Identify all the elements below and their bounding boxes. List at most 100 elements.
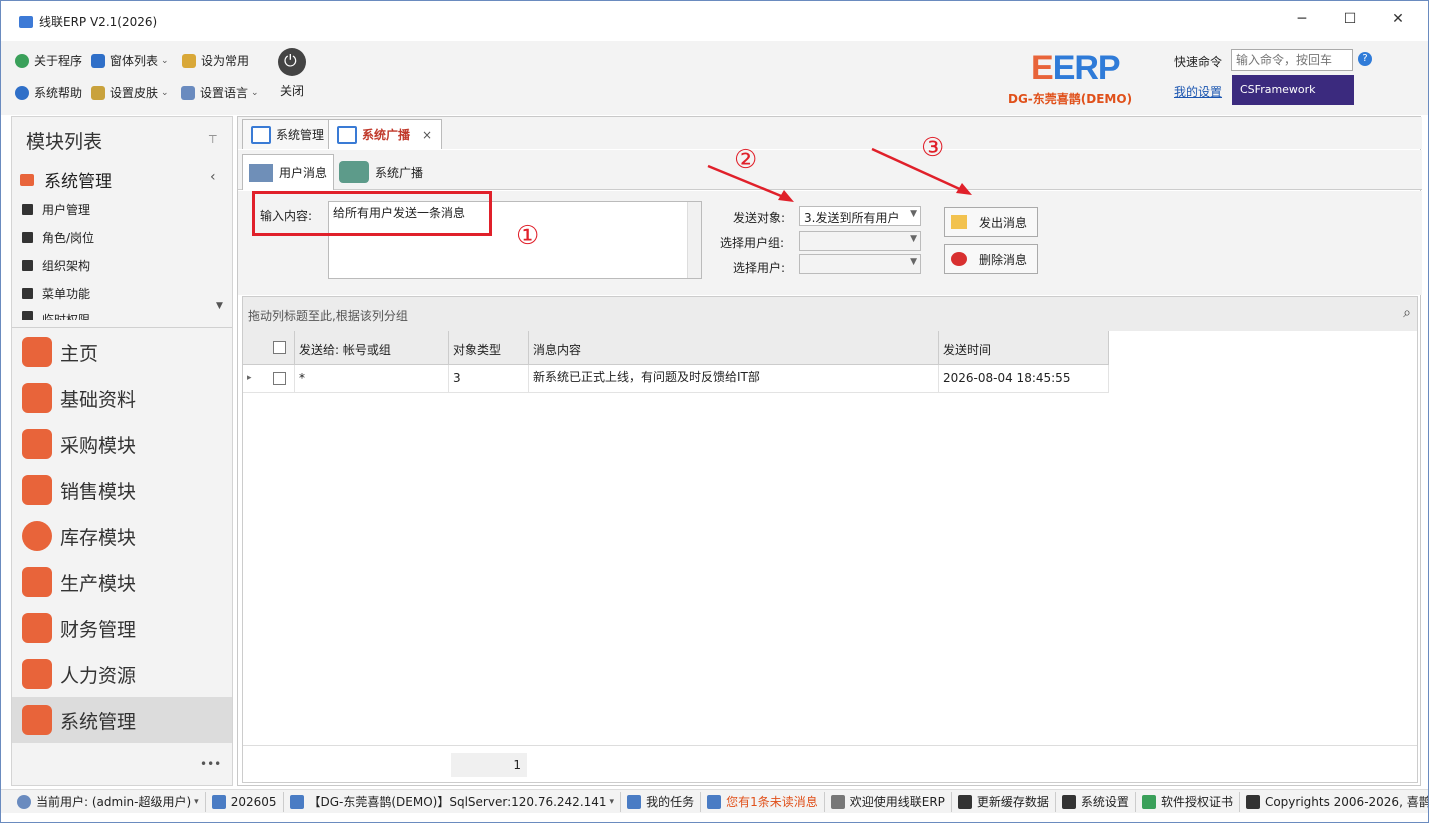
title-bar: 线联ERP V2.1(2026) ─ ☐ ✕ bbox=[1, 1, 1428, 41]
module-system[interactable]: 系统管理 bbox=[12, 697, 232, 743]
skin-button[interactable]: 设置皮肤 ⌄ bbox=[91, 83, 169, 103]
cube-icon bbox=[22, 288, 33, 299]
scroll-down-icon[interactable]: ▼ bbox=[216, 301, 223, 311]
help-icon bbox=[15, 86, 29, 100]
row-checkbox[interactable] bbox=[267, 365, 295, 393]
close-app-label[interactable]: 关闭 bbox=[280, 82, 304, 99]
chevron-down-icon: ▼ bbox=[910, 257, 917, 267]
tab-user-message[interactable]: 用户消息 bbox=[242, 154, 335, 190]
module-basic-data[interactable]: 基础资料 bbox=[12, 375, 232, 421]
status-tasks[interactable]: 我的任务 bbox=[621, 791, 702, 812]
cell-time: 2026-08-04 18:45:55 bbox=[939, 365, 1109, 393]
sidebar-item-roles[interactable]: 角色/岗位 bbox=[22, 229, 94, 246]
megaphone-icon bbox=[339, 161, 369, 183]
module-inventory[interactable]: 库存模块 bbox=[12, 513, 232, 559]
sidebar-item-user-mgmt[interactable]: 用户管理 bbox=[22, 201, 90, 218]
send-message-button[interactable]: 发出消息 bbox=[944, 207, 1038, 237]
status-bar: 当前用户: (admin-超级用户) ▾ 202605 【DG-东莞喜鹊(DEMO… bbox=[1, 789, 1428, 813]
cell-content: 新系统已正式上线，有问题及时反馈给IT部 bbox=[529, 365, 939, 393]
module-sales[interactable]: 销售模块 bbox=[12, 467, 232, 513]
status-copyright: Copyrights 2006-2026, 喜鹊 bbox=[1240, 792, 1428, 812]
col-type[interactable]: 对象类型 bbox=[449, 331, 529, 365]
user-group-select[interactable]: ▼ bbox=[799, 231, 921, 251]
help-icon[interactable]: ? bbox=[1358, 52, 1372, 66]
cube-icon bbox=[1245, 794, 1260, 809]
delete-message-button[interactable]: 删除消息 bbox=[944, 244, 1038, 274]
module-production[interactable]: 生产模块 bbox=[12, 559, 232, 605]
doc-tabs: 系统管理 系统广播 × bbox=[238, 117, 1422, 149]
company-name: DG-东莞喜鹊(DEMO) bbox=[1008, 92, 1133, 106]
user-select[interactable]: ▼ bbox=[799, 254, 921, 274]
envelope-icon bbox=[951, 215, 967, 229]
quick-cmd-input[interactable] bbox=[1231, 49, 1353, 71]
main-panel: 系统管理 系统广播 × 用户消息 系统广播 输入内容: 给所有用户发送一条消息 ①… bbox=[237, 116, 1422, 786]
module-finance[interactable]: 财务管理 bbox=[12, 605, 232, 651]
clipboard-icon bbox=[627, 794, 642, 809]
close-window-button[interactable]: ✕ bbox=[1383, 11, 1413, 31]
help-button[interactable]: 系统帮助 bbox=[15, 83, 82, 103]
close-icon[interactable]: × bbox=[422, 128, 432, 142]
chevron-down-icon: ⌄ bbox=[161, 56, 169, 66]
grid-header: 发送给: 帐号或组 对象类型 消息内容 发送时间 bbox=[243, 331, 1109, 365]
form-list-button[interactable]: 窗体列表 ⌄ bbox=[91, 51, 169, 71]
table-row[interactable]: ▸ * 3 新系统已正式上线，有问题及时反馈给IT部 2026-08-04 18… bbox=[243, 365, 1109, 393]
tab-system-broadcast[interactable]: 系统广播 × bbox=[328, 119, 442, 149]
user-label: 选择用户: bbox=[733, 261, 786, 275]
cube-icon bbox=[22, 260, 33, 271]
minimize-button[interactable]: ─ bbox=[1287, 11, 1317, 31]
textarea-scrollbar[interactable] bbox=[687, 202, 701, 278]
gears-icon bbox=[22, 567, 52, 597]
select-all-checkbox[interactable] bbox=[267, 331, 295, 365]
module-hr[interactable]: 人力资源 bbox=[12, 651, 232, 697]
info-icon bbox=[15, 54, 29, 68]
my-settings-link[interactable]: 我的设置 bbox=[1174, 83, 1222, 100]
shopping-bag-icon bbox=[22, 475, 52, 505]
page-indicator: 1 bbox=[451, 753, 527, 777]
message-icon bbox=[707, 794, 722, 809]
status-unread[interactable]: 您有1条未读消息 bbox=[701, 791, 825, 812]
folder-icon bbox=[22, 383, 52, 413]
delete-icon bbox=[951, 252, 967, 266]
set-common-button[interactable]: 设为常用 bbox=[182, 51, 249, 71]
windows-icon bbox=[91, 54, 105, 68]
system-icon bbox=[22, 705, 52, 735]
status-db[interactable]: 【DG-东莞喜鹊(DEMO)】SqlServer:120.76.242.141 ▾ bbox=[284, 791, 622, 812]
language-button[interactable]: 设置语言 ⌄ bbox=[181, 83, 259, 103]
more-button[interactable]: ••• bbox=[200, 757, 221, 771]
expand-icon[interactable]: ▸ bbox=[243, 365, 267, 393]
send-to-select[interactable]: 3.发送到所有用户 ▼ bbox=[799, 206, 921, 226]
about-button[interactable]: 关于程序 bbox=[15, 51, 82, 71]
module-home[interactable]: 主页 bbox=[12, 329, 232, 375]
search-icon[interactable]: ⌕ bbox=[1403, 305, 1411, 321]
message-grid: 拖动列标题至此,根据该列分组 ⌕ 发送给: 帐号或组 对象类型 消息内容 发送时… bbox=[242, 296, 1418, 783]
database-icon bbox=[289, 794, 304, 809]
ribbon-toolbar: 关于程序 窗体列表⌄ 设为常用 系统帮助 设置皮肤⌄ 设置语言⌄ 关闭 EERP… bbox=[1, 41, 1428, 115]
pin-icon[interactable]: ⊤ bbox=[208, 133, 218, 146]
sidebar-item-temp-perm[interactable]: 临时权限 bbox=[22, 311, 90, 320]
sidebar-section[interactable]: 系统管理 bbox=[20, 167, 112, 192]
chevron-left-icon[interactable]: ‹ bbox=[210, 169, 216, 185]
row-indicator-header bbox=[243, 331, 267, 365]
group-panel[interactable]: 拖动列标题至此,根据该列分组 bbox=[243, 297, 1417, 331]
module-purchase[interactable]: 采购模块 bbox=[12, 421, 232, 467]
status-settings[interactable]: 系统设置 bbox=[1056, 791, 1136, 812]
language-icon bbox=[181, 86, 195, 100]
cube-icon bbox=[22, 232, 33, 243]
certificate-icon bbox=[1141, 794, 1156, 809]
status-license[interactable]: 软件授权证书 bbox=[1136, 791, 1240, 812]
tab-system-mgmt[interactable]: 系统管理 bbox=[242, 119, 334, 149]
status-refresh[interactable]: 更新缓存数据 bbox=[952, 791, 1056, 812]
sidebar-item-menu[interactable]: 菜单功能 bbox=[22, 285, 90, 302]
power-icon[interactable] bbox=[278, 48, 306, 76]
col-content[interactable]: 消息内容 bbox=[529, 331, 939, 365]
annotation-box bbox=[252, 191, 492, 236]
tab-broadcast[interactable]: 系统广播 bbox=[332, 154, 430, 190]
col-time[interactable]: 发送时间 bbox=[939, 331, 1109, 365]
chevron-down-icon: ⌄ bbox=[251, 88, 259, 98]
sidebar-item-org[interactable]: 组织架构 bbox=[22, 257, 90, 274]
maximize-button[interactable]: ☐ bbox=[1335, 11, 1365, 31]
status-period: 202605 bbox=[206, 791, 284, 812]
cell-type: 3 bbox=[449, 365, 529, 393]
col-send-to[interactable]: 发送给: 帐号或组 bbox=[295, 331, 449, 365]
status-user[interactable]: 当前用户: (admin-超级用户) ▾ bbox=[1, 791, 206, 812]
